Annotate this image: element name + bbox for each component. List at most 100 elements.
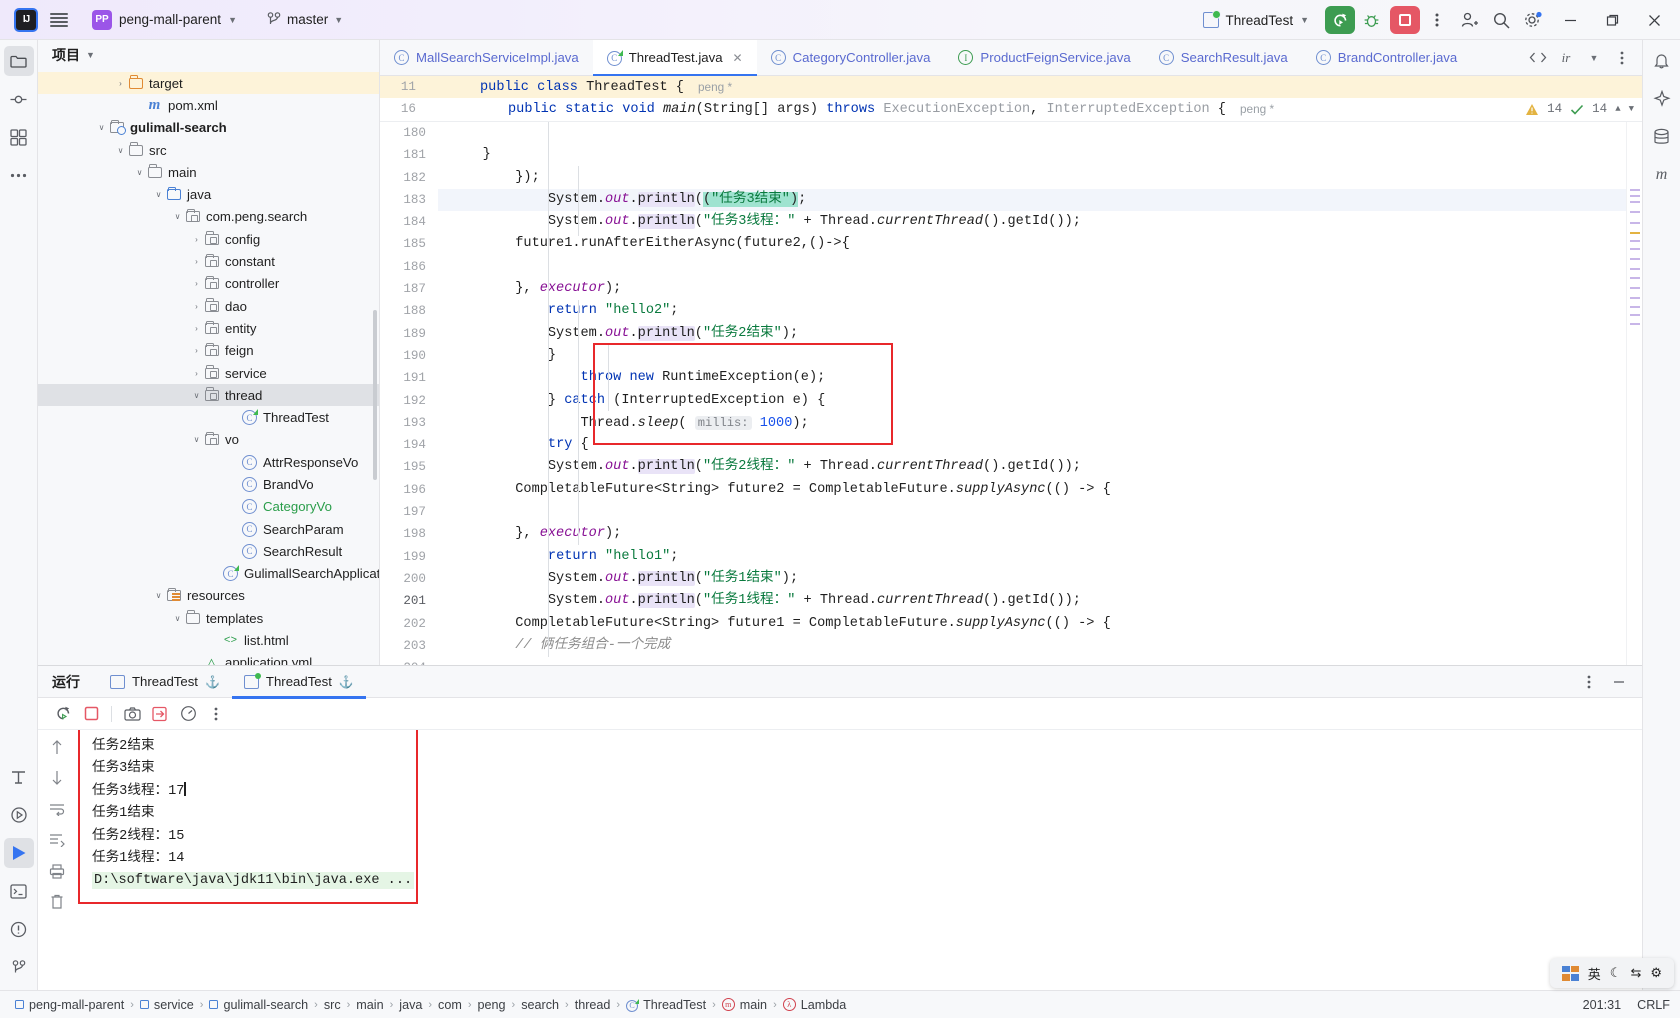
line-number[interactable]: 199 bbox=[380, 546, 438, 568]
chevron-down-icon[interactable]: ∨ bbox=[190, 391, 203, 400]
line-number[interactable]: 186 bbox=[380, 256, 438, 278]
chevron-right-icon[interactable]: › bbox=[190, 302, 203, 311]
code-line[interactable]: }); bbox=[438, 167, 1626, 189]
print-button[interactable] bbox=[46, 860, 68, 882]
code-line[interactable]: return "hello2"; bbox=[438, 300, 1626, 322]
sidebar-item-problems[interactable] bbox=[4, 914, 34, 944]
editor-marker[interactable] bbox=[1630, 248, 1640, 250]
editor-tab-categorycontroller[interactable]: C CategoryController.java bbox=[757, 40, 945, 75]
code-line[interactable]: CompletableFuture<String> future1 = Comp… bbox=[438, 613, 1626, 635]
profiler-button[interactable] bbox=[175, 701, 201, 727]
tree-node-categoryvo[interactable]: C CategoryVo bbox=[38, 496, 379, 518]
add-user-button[interactable] bbox=[1454, 5, 1484, 35]
tree-node-config[interactable]: › config bbox=[38, 228, 379, 250]
sidebar-item-notifications[interactable] bbox=[1647, 46, 1677, 76]
breadcrumb-item-peng[interactable]: peng bbox=[473, 998, 511, 1012]
tree-node-resources[interactable]: ∨ resources bbox=[38, 585, 379, 607]
tree-node-attrresponsevo[interactable]: C AttrResponseVo bbox=[38, 451, 379, 473]
code-line[interactable]: } catch (InterruptedException e) { bbox=[438, 390, 1626, 412]
editor-marker[interactable] bbox=[1630, 277, 1640, 279]
sidebar-item-maven[interactable]: m bbox=[1647, 160, 1677, 190]
minimize-button[interactable] bbox=[1550, 0, 1590, 40]
tree-node-src[interactable]: ∨ src bbox=[38, 139, 379, 161]
code-viewport[interactable]: 180 181 182 183 184 185 186 187 188 189 190 191 192 1… bbox=[380, 122, 1642, 665]
tree-node-searchresult[interactable]: C SearchResult bbox=[38, 540, 379, 562]
editor-markers-gutter[interactable] bbox=[1626, 122, 1642, 665]
code-line[interactable] bbox=[438, 501, 1626, 523]
soft-wrap-button[interactable] bbox=[46, 798, 68, 820]
line-number[interactable]: 181 bbox=[380, 144, 438, 166]
breadcrumb-item-search[interactable]: search bbox=[516, 998, 564, 1012]
editor-marker[interactable] bbox=[1630, 314, 1640, 316]
clear-console-button[interactable] bbox=[46, 891, 68, 913]
chevron-down-icon[interactable]: ∨ bbox=[190, 435, 203, 444]
tree-node-feign[interactable]: › feign bbox=[38, 340, 379, 362]
sidebar-item-debug-console[interactable] bbox=[4, 876, 34, 906]
tree-node-threadtest[interactable]: C ThreadTest bbox=[38, 406, 379, 428]
run-configuration-selector[interactable]: ThreadTest ▼ bbox=[1195, 8, 1317, 32]
line-number[interactable]: 191 bbox=[380, 367, 438, 389]
breadcrumb-item-service[interactable]: service bbox=[135, 998, 199, 1012]
breadcrumb-item-threadtest[interactable]: C ThreadTest bbox=[621, 997, 711, 1012]
breadcrumb-item-peng-mall-parent[interactable]: peng-mall-parent bbox=[10, 998, 129, 1012]
sidebar-item-structure[interactable] bbox=[4, 122, 34, 152]
line-number[interactable]: 182 bbox=[380, 167, 438, 189]
editor-tab-searchresult[interactable]: C SearchResult.java bbox=[1145, 40, 1302, 75]
chevron-down-icon[interactable]: ∨ bbox=[114, 146, 127, 155]
tree-node-main[interactable]: ∨ main bbox=[38, 161, 379, 183]
stop-button[interactable] bbox=[78, 701, 104, 727]
run-tab-threadtest-2[interactable]: ThreadTest ⚓ bbox=[231, 666, 366, 699]
code-line[interactable]: throw new RuntimeException(e); bbox=[438, 367, 1626, 389]
editor-tab-strip[interactable]: C MallSearchServiceImpl.java C ThreadTest.j… bbox=[380, 40, 1642, 76]
run-panel-minimize-button[interactable] bbox=[1606, 669, 1632, 695]
editor-marker[interactable] bbox=[1630, 287, 1640, 289]
rerun-button[interactable] bbox=[50, 701, 76, 727]
code-line[interactable]: // 俩任务组合-一个完成 bbox=[438, 635, 1626, 657]
tree-node-dao[interactable]: › dao bbox=[38, 295, 379, 317]
code-view-toggle-icon[interactable] bbox=[1526, 46, 1550, 70]
tree-node-list-html[interactable]: <> list.html bbox=[38, 629, 379, 651]
ime-moon-icon[interactable]: ☾ bbox=[1610, 965, 1622, 981]
tree-node-brandvo[interactable]: C BrandVo bbox=[38, 473, 379, 495]
maximize-button[interactable] bbox=[1592, 0, 1632, 40]
tree-node-gulimallsearchapplication[interactable]: C GulimallSearchApplication bbox=[38, 563, 379, 585]
sidebar-item-services[interactable] bbox=[4, 800, 34, 830]
breadcrumb-item-src[interactable]: src bbox=[319, 998, 346, 1012]
code-text[interactable]: } }); System.out.println(("任务3结束"); Syst… bbox=[438, 122, 1626, 665]
tree-node-thread[interactable]: ∨ thread bbox=[38, 384, 379, 407]
code-line[interactable]: }, executor); bbox=[438, 523, 1626, 545]
line-number[interactable]: 189 bbox=[380, 323, 438, 345]
editor-marker[interactable] bbox=[1630, 258, 1640, 260]
line-number[interactable]: 202 bbox=[380, 613, 438, 635]
chevron-down-icon[interactable]: ∨ bbox=[152, 190, 165, 199]
inspection-widget[interactable]: 14 14 ▲ ▼ bbox=[1517, 98, 1634, 120]
stop-button[interactable] bbox=[1390, 6, 1420, 34]
sidebar-item-project[interactable] bbox=[3, 46, 34, 76]
pin-icon[interactable]: ⚓ bbox=[205, 675, 220, 689]
ime-language[interactable]: 英 bbox=[1588, 964, 1601, 983]
line-number[interactable]: 192 bbox=[380, 390, 438, 412]
sidebar-item-more[interactable] bbox=[4, 160, 34, 190]
tree-node-searchparam[interactable]: C SearchParam bbox=[38, 518, 379, 540]
export-button[interactable] bbox=[147, 701, 173, 727]
chevron-down-icon[interactable]: ▼ bbox=[1629, 104, 1634, 114]
code-line[interactable]: }, executor); bbox=[438, 278, 1626, 300]
search-everywhere-button[interactable] bbox=[1486, 5, 1516, 35]
code-line[interactable]: System.out.println("任务2结束"); bbox=[438, 323, 1626, 345]
line-number[interactable]: 188 bbox=[380, 300, 438, 322]
code-line[interactable]: System.out.println("任务3线程：" + Thread.cur… bbox=[438, 211, 1626, 233]
run-panel-options-button[interactable] bbox=[1576, 669, 1602, 695]
tree-node-templates[interactable]: ∨ templates bbox=[38, 607, 379, 629]
chevron-down-icon[interactable]: ∨ bbox=[133, 168, 146, 177]
tree-node-constant[interactable]: › constant bbox=[38, 250, 379, 272]
editor-tab-brandcontroller[interactable]: C BrandController.java bbox=[1302, 40, 1472, 75]
code-line[interactable]: future1.runAfterEitherAsync(future2,()->… bbox=[438, 233, 1626, 255]
line-number[interactable]: 201 bbox=[380, 590, 438, 612]
tree-node-pom-xml[interactable]: m pom.xml bbox=[38, 94, 379, 116]
code-line[interactable]: System.out.println("任务1结束"); bbox=[438, 568, 1626, 590]
chevron-right-icon[interactable]: › bbox=[190, 324, 203, 333]
inlay-hints-icon[interactable]: ir bbox=[1554, 46, 1578, 70]
sidebar-item-git[interactable] bbox=[4, 952, 34, 982]
editor-marker[interactable] bbox=[1630, 240, 1640, 242]
code-line[interactable]: Thread.sleep( millis: 1000); bbox=[438, 412, 1626, 434]
